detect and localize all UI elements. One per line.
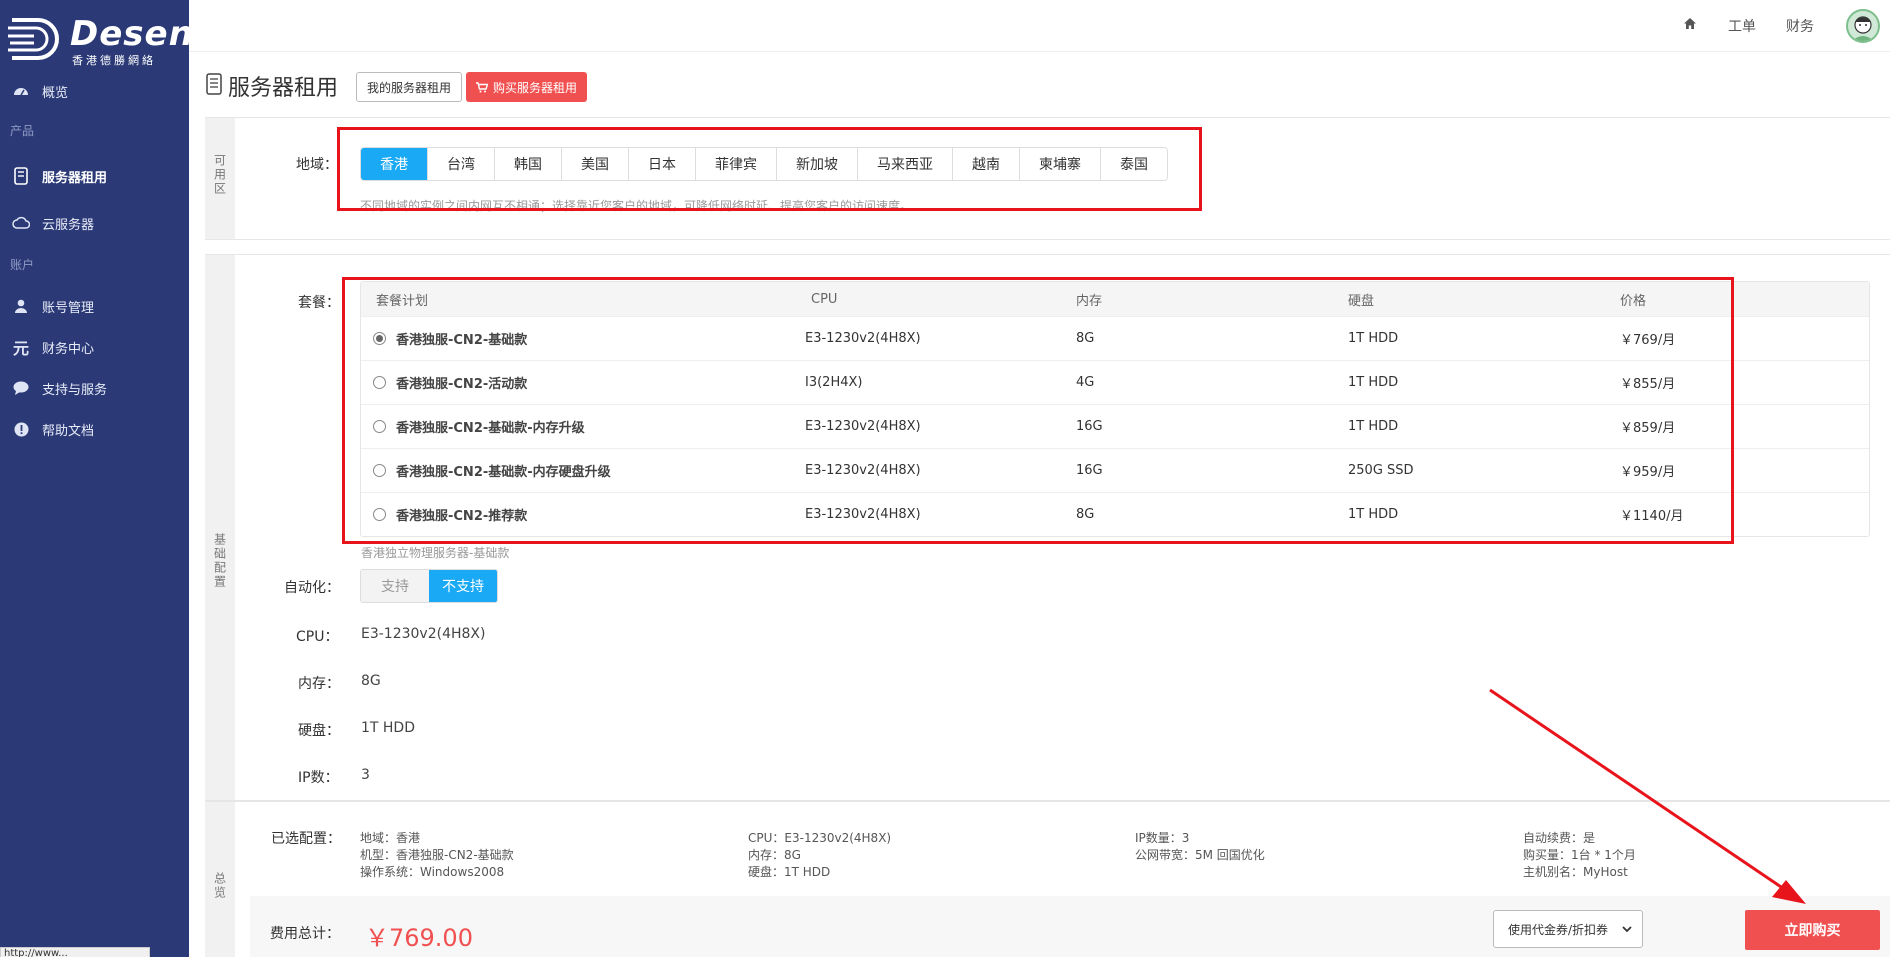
page-title: 服务器租用 [228,76,339,101]
sidebar-item-label: 账号管理 [42,300,95,316]
sidebar-item-finance-center[interactable]: 元 财务中心 [0,330,189,364]
summary-item: 内存：8G [748,848,801,862]
summary-col-2: CPU：E3-1230v2(4H8X) 内存：8G 硬盘：1T HDD [748,830,891,881]
home-icon[interactable] [1683,17,1697,34]
region-label: 地域： [296,157,338,173]
my-server-rental-button[interactable]: 我的服务器租用 [356,72,463,102]
summary-item: 购买量：1台 * 1个月 [1523,848,1636,862]
buy-button-label: 购买服务器租用 [493,80,578,95]
top-bar: 工单 财务 [189,0,1890,52]
ip-label: IP数： [298,770,339,786]
summary-item: CPU：E3-1230v2(4H8X) [748,831,892,845]
sidebar-item-support[interactable]: 支持与服务 [0,371,189,405]
brand-name: Desen [70,14,194,54]
chevron-down-icon [1622,922,1632,936]
disk-value: 1T HDD [361,720,415,736]
cloud-icon [12,214,30,232]
ip-value: 3 [361,767,370,783]
yuan-icon: 元 [12,339,29,358]
summary-col-4: 自动续费：是 购买量：1台 * 1个月 主机别名：MyHost [1523,830,1636,881]
sidebar-item-label: 支持与服务 [42,382,108,398]
sidebar-item-overview[interactable]: 概览 [0,74,189,108]
sidebar-item-account-management[interactable]: 账号管理 [0,289,189,323]
sidebar-item-label: 概览 [42,85,69,101]
dashboard-icon [12,82,30,100]
total-label: 费用总计： [270,926,340,942]
brand-subtitle: 香港德勝網絡 [72,54,156,67]
finance-link[interactable]: 财务 [1786,16,1814,36]
plan-description: 香港独立物理服务器-基础款 [361,546,510,560]
automation-unsupported-option[interactable]: 不支持 [429,570,497,602]
mem-value: 8G [361,673,381,689]
summary-item: 地域：香港 [360,831,421,845]
desen-logo-icon [8,18,59,60]
panel-side-label: 总览 [205,802,235,957]
nav-group-account: 账户 [10,258,35,272]
summary-item: 机型：香港独服-CN2-基础款 [360,848,514,862]
coupon-select[interactable]: 使用代金券/折扣券 [1493,910,1643,948]
summary-item: 公网带宽：5M 回国优化 [1135,848,1265,862]
summary-col-3: IP数量：3 公网带宽：5M 回国优化 [1135,830,1265,864]
cart-icon [476,81,488,93]
nav-group-products: 产品 [10,124,35,138]
automation-toggle: 支持 不支持 [360,569,498,603]
summary-side-label: 总览 [212,872,227,900]
sidebar-item-label: 财务中心 [42,341,95,357]
mem-label: 内存： [298,676,340,692]
brand-logo[interactable]: Desen 香港德勝網絡 [8,14,193,67]
page-title-area: 服务器租用 [206,70,338,102]
buy-server-rental-button[interactable]: 购买服务器租用 [466,72,588,102]
avatar[interactable] [1846,9,1880,43]
total-price: ￥769.00 [365,924,473,952]
server-icon [206,73,222,99]
user-icon [12,297,30,315]
disk-label: 硬盘： [298,723,340,739]
summary-col-1: 地域：香港 机型：香港独服-CN2-基础款 操作系统：Windows2008 [360,830,514,881]
panel-side-label: 基础配置 [205,255,235,800]
region-side-label: 可用区 [212,154,227,196]
total-bar [250,896,1890,957]
coupon-select-label: 使用代金券/折扣券 [1508,922,1609,937]
summary-item: 硬盘：1T HDD [748,865,831,879]
sidebar-item-cloud-server[interactable]: 云服务器 [0,206,189,240]
sidebar: Desen 香港德勝網絡 概览 产品 服务器租用 云服务器 账户 账号管理 元 … [0,0,193,957]
panel-side-label: 可用区 [205,118,235,239]
sidebar-item-label: 帮助文档 [42,423,95,439]
selected-config-label: 已选配置： [271,831,341,847]
status-url: http://www... [0,947,150,957]
automation-label: 自动化： [284,580,340,596]
summary-item: 操作系统：Windows2008 [360,865,505,879]
summary-item: 自动续费：是 [1523,831,1596,845]
server-icon [12,167,30,185]
plan-label: 套餐： [298,295,340,311]
chat-icon [12,379,30,397]
sidebar-item-help-docs[interactable]: 帮助文档 [0,412,189,446]
config-side-label: 基础配置 [212,533,227,589]
cpu-value: E3-1230v2(4H8X) [361,626,486,642]
buy-now-button[interactable]: 立即购买 [1745,910,1880,950]
sidebar-item-label: 云服务器 [42,217,95,233]
summary-item: IP数量：3 [1135,831,1190,845]
ticket-link[interactable]: 工单 [1728,16,1756,36]
automation-support-option[interactable]: 支持 [361,570,429,602]
sidebar-item-server-rental[interactable]: 服务器租用 [0,159,189,193]
annotation-box-region [337,127,1202,211]
sidebar-item-label: 服务器租用 [42,170,108,186]
info-icon [12,420,30,438]
summary-item: 主机别名：MyHost [1523,865,1628,879]
annotation-box-plans [342,277,1734,544]
cpu-label: CPU： [296,629,339,645]
